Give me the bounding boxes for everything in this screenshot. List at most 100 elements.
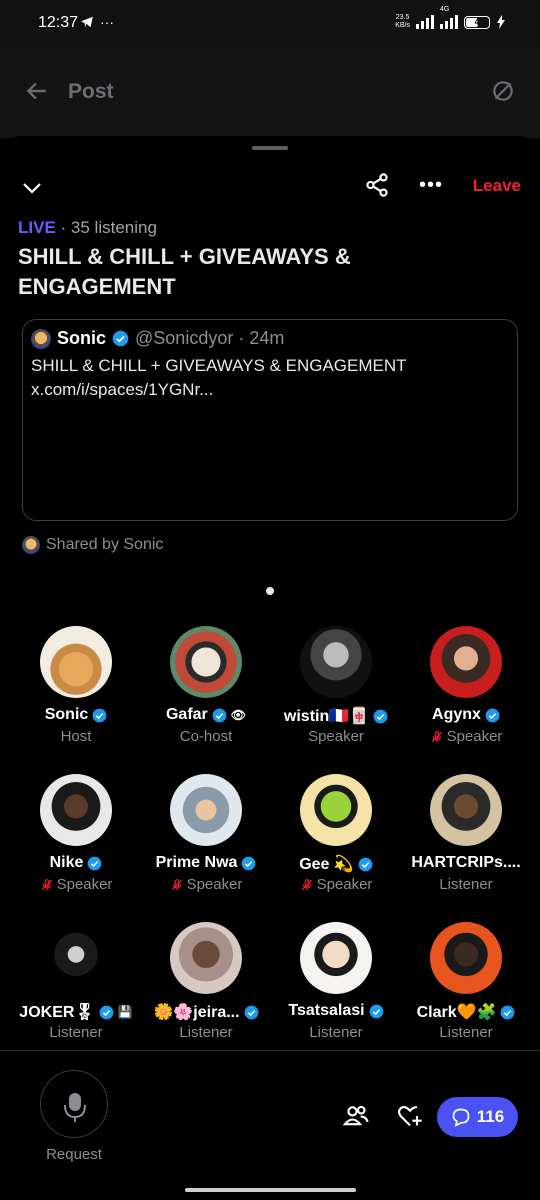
listening-count: · 35 listening	[60, 218, 157, 237]
affiliation-badge: 👁	[230, 708, 247, 722]
participant-tile[interactable]: wistin🇫🇷🀄 Speaker	[270, 626, 402, 766]
participant-role-row: Host	[10, 728, 142, 745]
sheet-grabber[interactable]	[252, 146, 288, 150]
status-time: 12:37	[38, 14, 79, 31]
participant-tile[interactable]: Gee 💫 Speaker	[270, 774, 402, 914]
tweet-body: SHILL & CHILL + GIVEAWAYS & ENGAGEMENT x…	[31, 356, 407, 399]
participant-name-row: HARTCRIPs....	[400, 854, 532, 872]
verified-badge-icon	[241, 856, 256, 871]
participant-tile[interactable]: Sonic Host	[10, 626, 142, 766]
participant-name: Nike	[49, 854, 84, 871]
verified-badge-icon	[500, 1005, 515, 1020]
participant-name-row: Tsatsalasi	[270, 1002, 402, 1020]
participant-name: Tsatsalasi	[288, 1002, 365, 1019]
more-dots-icon: ···	[100, 14, 114, 30]
tweet-header: Sonic @Sonicdyor · 24m	[31, 328, 284, 349]
verified-badge-icon	[92, 708, 107, 723]
participant-tile[interactable]: 🌼🌸jeira... Listener	[140, 922, 272, 1054]
request-mic-button[interactable]	[40, 1070, 108, 1138]
participant-name: Clark🧡🧩	[416, 1004, 497, 1021]
participant-role: Speaker	[316, 876, 373, 893]
verified-badge-icon	[358, 857, 373, 872]
participant-role: Listener	[179, 1024, 233, 1041]
more-options-icon[interactable]: •••	[418, 172, 444, 198]
space-title: SHILL & CHILL + GIVEAWAYS & ENGAGEMENT	[18, 244, 351, 299]
network-signal: 4G	[440, 6, 458, 29]
avatar	[430, 922, 502, 994]
battery-icon: 4	[464, 15, 490, 29]
verified-badge-icon	[87, 856, 102, 871]
participant-role: Listener	[49, 1024, 103, 1041]
shared-by: Shared by Sonic	[22, 536, 163, 554]
telegram-icon	[81, 16, 93, 28]
request-label: Request	[46, 1146, 102, 1163]
chevron-down-icon[interactable]	[20, 176, 44, 200]
avatar	[430, 774, 502, 846]
verified-badge-icon	[373, 709, 388, 724]
status-left-icons: ···	[80, 14, 114, 30]
participant-role: Co-host	[179, 728, 233, 745]
participant-role-row: Speaker	[270, 876, 402, 893]
back-arrow-icon[interactable]	[24, 78, 50, 104]
heart-plus-icon[interactable]	[396, 1102, 424, 1130]
participant-name-row: Sonic	[10, 706, 142, 724]
participant-name: HARTCRIPs....	[411, 854, 521, 871]
status-bar: 12:37 ··· 23.5 KB/s 4G 4	[0, 0, 540, 48]
sync-icon[interactable]	[490, 78, 516, 104]
leave-button[interactable]: Leave	[473, 176, 521, 196]
microphone-icon	[64, 1093, 86, 1122]
verified-badge-icon	[485, 708, 500, 723]
participant-tile[interactable]: HARTCRIPs.... Listener	[400, 774, 532, 914]
tweet-handle: @Sonicdyor · 24m	[135, 328, 285, 348]
signal-bars-icon	[440, 15, 458, 29]
participant-tile[interactable]: JOKER🎖 💾 Listener	[10, 922, 142, 1054]
avatar	[40, 922, 112, 994]
post-title: Post	[68, 80, 114, 103]
avatar	[40, 626, 112, 698]
signal-bars-icon	[416, 15, 434, 29]
participant-tile[interactable]: Clark🧡🧩 Listener	[400, 922, 532, 1054]
net-speed-value: 23.5	[395, 14, 410, 21]
participant-role-row: Speaker	[270, 728, 402, 745]
participant-role: Speaker	[56, 876, 113, 893]
live-badge: LIVE	[18, 218, 56, 237]
people-icon[interactable]	[342, 1102, 370, 1130]
participant-name-row: JOKER🎖 💾	[10, 1002, 142, 1022]
verified-badge-icon	[212, 708, 227, 723]
participant-tile[interactable]: Agynx Speaker	[400, 626, 532, 766]
participant-role: Speaker	[186, 876, 243, 893]
participant-name: JOKER🎖	[19, 1004, 95, 1021]
affiliation-badge: 💾	[117, 1005, 133, 1019]
charging-icon	[497, 15, 505, 29]
chat-button[interactable]: 116	[437, 1097, 518, 1137]
verified-badge-icon	[369, 1004, 384, 1019]
participant-tile[interactable]: Gafar 👁 Co-host	[140, 626, 272, 766]
participant-role: Host	[60, 728, 92, 745]
participant-role: Speaker	[446, 728, 503, 745]
participant-role-row: Listener	[10, 1024, 142, 1041]
participant-tile[interactable]: Tsatsalasi Listener	[270, 922, 402, 1054]
avatar	[22, 536, 40, 554]
live-status: LIVE · 35 listening	[18, 218, 157, 238]
network-type: 4G	[440, 6, 450, 13]
participant-name-row: Nike	[10, 854, 142, 872]
participant-role: Listener	[309, 1024, 363, 1041]
avatar	[31, 328, 51, 349]
participant-name: Agynx	[432, 706, 481, 723]
avatar	[300, 774, 372, 846]
participant-name-row: wistin🇫🇷🀄	[270, 706, 402, 726]
pinned-tweet-card[interactable]: Sonic @Sonicdyor · 24m SHILL & CHILL + G…	[22, 319, 518, 521]
home-indicator[interactable]	[185, 1188, 356, 1192]
share-icon[interactable]	[364, 172, 390, 198]
avatar	[300, 626, 372, 698]
participant-tile[interactable]: Prime Nwa Speaker	[140, 774, 272, 914]
participant-tile[interactable]: Nike Speaker	[10, 774, 142, 914]
participant-name: wistin🇫🇷🀄	[283, 708, 370, 725]
avatar	[40, 774, 112, 846]
verified-badge-icon	[112, 330, 129, 347]
participant-name-row: Clark🧡🧩	[400, 1002, 532, 1022]
mic-muted-icon	[40, 878, 54, 892]
participant-name-row: Gafar 👁	[140, 706, 272, 724]
participant-name: Prime Nwa	[155, 854, 238, 871]
divider	[0, 1050, 540, 1051]
